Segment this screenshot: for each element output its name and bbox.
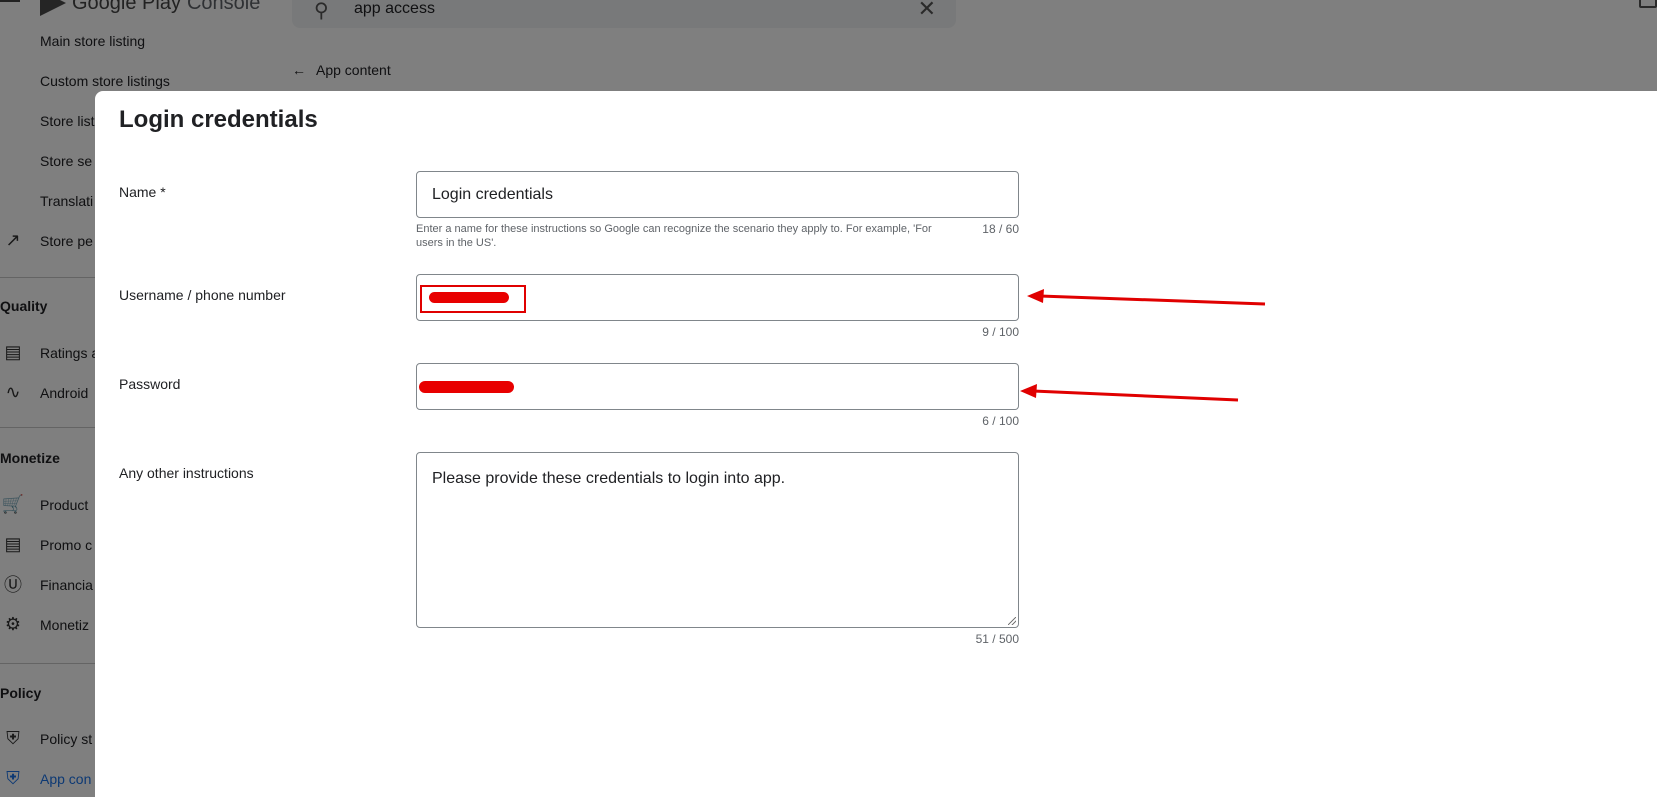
instructions-char-counter: 51 / 500	[975, 632, 1019, 646]
name-field[interactable]: Login credentials	[416, 171, 1019, 218]
username-label: Username / phone number	[119, 287, 286, 303]
username-field[interactable]	[416, 274, 1019, 321]
resize-handle[interactable]	[1008, 617, 1016, 625]
redaction-mark	[429, 292, 509, 303]
redaction-mark	[419, 381, 514, 393]
name-label: Name *	[119, 184, 166, 200]
password-field[interactable]	[416, 363, 1019, 410]
name-field-value[interactable]: Login credentials	[432, 186, 553, 204]
dialog-title: Login credentials	[119, 106, 318, 133]
instructions-label: Any other instructions	[119, 465, 254, 481]
password-char-counter: 6 / 100	[982, 414, 1019, 428]
username-char-counter: 9 / 100	[982, 325, 1019, 339]
password-label: Password	[119, 376, 181, 392]
instructions-textarea[interactable]: Please provide these credentials to logi…	[416, 452, 1019, 628]
login-credentials-dialog: Login credentials Name * Login credentia…	[95, 91, 1657, 797]
instructions-value[interactable]: Please provide these credentials to logi…	[432, 470, 785, 488]
name-helper-text: Enter a name for these instructions so G…	[416, 223, 932, 249]
name-char-counter: 18 / 60	[982, 222, 1019, 236]
